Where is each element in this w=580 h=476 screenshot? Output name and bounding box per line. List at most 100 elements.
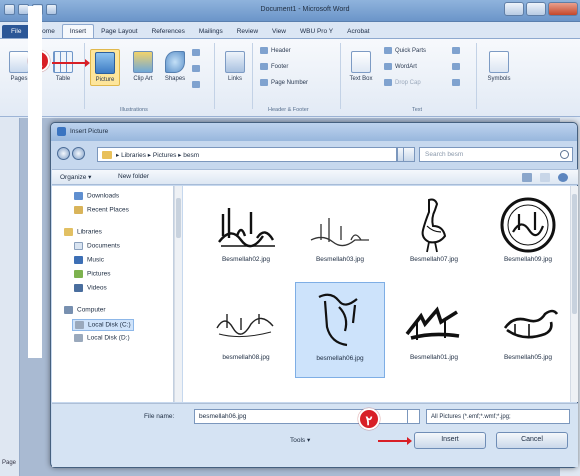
- preview-pane-icon[interactable]: [540, 173, 550, 182]
- links-button[interactable]: Links: [220, 51, 250, 82]
- links-label: Links: [227, 76, 242, 82]
- minimize-button[interactable]: [504, 2, 524, 16]
- downloads-icon: [74, 192, 83, 200]
- chart-small-button[interactable]: [192, 65, 203, 72]
- file-list-scrollbar[interactable]: [570, 186, 578, 402]
- close-button[interactable]: [548, 2, 578, 16]
- document-page[interactable]: [28, 6, 42, 358]
- page-status: Page: [2, 460, 17, 466]
- maximize-button[interactable]: [526, 2, 546, 16]
- nav-item-downloads[interactable]: Downloads: [74, 192, 119, 200]
- tab-insert[interactable]: Insert: [61, 24, 95, 38]
- scroll-thumb[interactable]: [176, 198, 181, 238]
- file-name-dropdown[interactable]: [408, 409, 420, 424]
- file-thumbnail-selected[interactable]: besmellah06.jpg: [295, 282, 385, 378]
- tab-review[interactable]: Review: [230, 25, 265, 38]
- illustrations-group-label: Illustrations: [120, 107, 148, 113]
- shapes-icon: [165, 51, 185, 73]
- file-thumbnail[interactable]: besmellah08.jpg: [201, 290, 291, 378]
- page-number-button[interactable]: Page Number: [260, 79, 308, 86]
- nav-item-recent-places[interactable]: Recent Places: [74, 206, 129, 214]
- table-button[interactable]: Table: [48, 51, 78, 82]
- file-thumbnail[interactable]: Besmellah02.jpg: [201, 192, 291, 280]
- address-bar[interactable]: ▸ Libraries ▸ Pictures ▸ besm: [97, 147, 397, 162]
- nav-item-videos[interactable]: Videos: [74, 284, 107, 292]
- nav-item-local-disk-d[interactable]: Local Disk (D:): [74, 334, 130, 342]
- vertical-ruler: [0, 118, 20, 476]
- nav-label: Local Disk (C:): [88, 321, 131, 329]
- help-icon[interactable]: [558, 173, 568, 182]
- header-footer-group-label: Header & Footer: [268, 107, 309, 113]
- pages-icon: [9, 51, 29, 73]
- signature-line-button[interactable]: [452, 47, 463, 54]
- pages-label: Pages: [10, 76, 28, 82]
- insert-picture-dialog: Insert Picture ▸ Libraries ▸ Pictures ▸ …: [50, 122, 578, 468]
- word-logo-icon: [57, 127, 66, 136]
- file-thumbnail[interactable]: Besmellah03.jpg: [295, 192, 385, 280]
- calligraphy-bird-image: [421, 198, 447, 253]
- smartart-small-button[interactable]: [192, 49, 203, 56]
- new-folder-button[interactable]: New folder: [118, 173, 149, 180]
- nav-label: Downloads: [87, 192, 120, 200]
- object-button[interactable]: [452, 79, 463, 86]
- tab-wbu-pro[interactable]: WBU Pro Y: [293, 25, 340, 38]
- shapes-button[interactable]: Shapes: [160, 51, 190, 82]
- text-box-button[interactable]: Text Box: [346, 51, 376, 82]
- nav-item-computer[interactable]: Computer: [64, 306, 106, 314]
- file-thumbnail[interactable]: Besmellah07.jpg: [389, 192, 479, 280]
- scroll-thumb[interactable]: [572, 194, 577, 314]
- file-name: Besmellah01.jpg: [409, 354, 459, 361]
- organize-button[interactable]: Organize ▾: [60, 173, 91, 181]
- navigation-scrollbar[interactable]: [174, 186, 182, 402]
- file-name-label: File name:: [144, 413, 175, 420]
- search-input[interactable]: Search besm: [419, 147, 573, 162]
- nav-item-documents[interactable]: Documents: [74, 242, 120, 250]
- file-name: Besmellah09.jpg: [503, 256, 553, 263]
- refresh-button[interactable]: [403, 147, 415, 162]
- nav-label: Libraries: [77, 228, 102, 236]
- picture-icon: [95, 52, 115, 74]
- view-options-icon[interactable]: [522, 173, 532, 182]
- tab-view[interactable]: View: [265, 25, 293, 38]
- ribbon: Pages Table Picture Clip Art Shapes Illu…: [0, 39, 580, 117]
- file-type-filter[interactable]: All Pictures (*.emf;*.wmf;*.jpg;: [426, 409, 570, 424]
- screenshot-small-button[interactable]: [192, 81, 203, 88]
- insert-button[interactable]: Insert: [414, 432, 486, 449]
- forward-arrow-icon[interactable]: [72, 147, 85, 160]
- tab-page-layout[interactable]: Page Layout: [94, 25, 145, 38]
- tools-button[interactable]: Tools ▾: [290, 436, 310, 444]
- cancel-button[interactable]: Cancel: [496, 432, 568, 449]
- calligraphy-image: [216, 314, 274, 338]
- nav-item-pictures[interactable]: Pictures: [74, 270, 110, 278]
- nav-label: Music: [87, 256, 104, 264]
- wordart-button[interactable]: WordArt: [384, 63, 417, 70]
- tab-file[interactable]: File: [2, 25, 31, 38]
- insert-label: Insert: [441, 436, 459, 443]
- picture-label: Picture: [95, 77, 115, 83]
- dialog-footer: File name: besmellah06.jpg All Pictures …: [52, 403, 578, 467]
- redo-icon[interactable]: [46, 4, 57, 15]
- header-button[interactable]: Header: [260, 47, 291, 54]
- nav-item-music[interactable]: Music: [74, 256, 104, 264]
- tab-mailings[interactable]: Mailings: [192, 25, 230, 38]
- file-thumbnail[interactable]: Besmellah05.jpg: [483, 290, 573, 378]
- symbols-button[interactable]: Symbols: [484, 51, 514, 82]
- recent-places-icon: [74, 206, 83, 214]
- file-thumbnail[interactable]: Besmellah09.jpg: [483, 192, 573, 280]
- drop-cap-button[interactable]: Drop Cap: [384, 79, 421, 86]
- nav-item-local-disk-c[interactable]: Local Disk (C:): [72, 319, 134, 331]
- tab-references[interactable]: References: [145, 25, 192, 38]
- file-thumbnail[interactable]: Besmellah01.jpg: [389, 290, 479, 378]
- file-name: Besmellah07.jpg: [409, 256, 459, 263]
- picture-button[interactable]: Picture: [90, 49, 120, 86]
- date-time-button[interactable]: [452, 63, 463, 70]
- tab-acrobat[interactable]: Acrobat: [340, 25, 376, 38]
- dialog-toolbar: Organize ▾ New folder: [52, 169, 578, 185]
- title-bar: Document1 - Microsoft Word: [0, 0, 580, 22]
- footer-button[interactable]: Footer: [260, 63, 288, 70]
- back-arrow-icon[interactable]: [57, 147, 70, 160]
- word-logo-icon[interactable]: [4, 4, 15, 15]
- quick-parts-button[interactable]: Quick Parts: [384, 47, 426, 54]
- nav-item-libraries[interactable]: Libraries: [64, 228, 102, 236]
- clip-art-button[interactable]: Clip Art: [128, 51, 158, 82]
